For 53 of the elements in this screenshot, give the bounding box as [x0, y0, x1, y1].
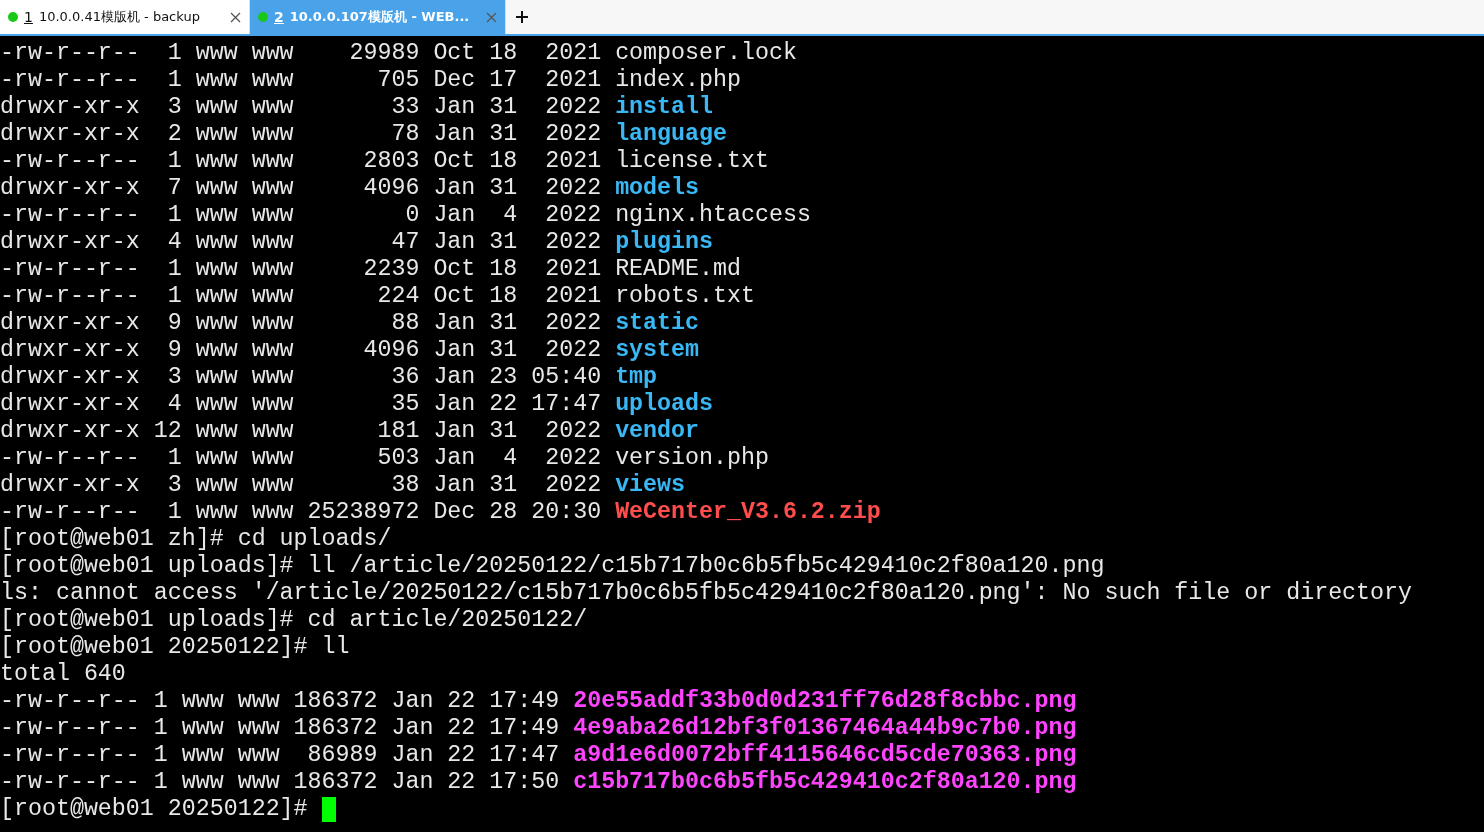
file-name: 4e9aba26d12bf3f01367464a44b9c7b0.png	[573, 715, 1077, 742]
terminal-line: -rw-r--r-- 1 www www 186372 Jan 22 17:49	[0, 688, 561, 715]
terminal-line: drwxr-xr-x 3 www www 38 Jan 31 2022	[0, 472, 603, 499]
file-name: models	[615, 175, 700, 202]
terminal-line: -rw-r--r-- 1 www www 186372 Jan 22 17:49	[0, 715, 561, 742]
file-name: tmp	[615, 364, 658, 391]
terminal-line: -rw-r--r-- 1 www www 705 Dec 17 2021 index.php	[0, 67, 741, 94]
add-tab-icon[interactable]	[516, 11, 528, 23]
terminal-line: [root@web01 20250122]#	[0, 796, 309, 823]
tab-title: 10.0.0.41模版机 - backup	[38, 8, 201, 26]
terminal-line: drwxr-xr-x 3 www www 33 Jan 31 2022	[0, 94, 603, 121]
terminal-line: total 640	[0, 661, 126, 688]
terminal-line: -rw-r--r-- 1 www www 0 Jan 4 2022 nginx.htaccess	[0, 202, 811, 229]
terminal-line: [root@web01 zh]# cd uploads/	[0, 526, 392, 553]
terminal-line: -rw-r--r-- 1 www www 25238972 Dec 28 20:30	[0, 499, 603, 526]
session-tab[interactable]: 1 10.0.0.41模版机 - backup	[0, 0, 250, 34]
file-name: views	[615, 472, 686, 499]
terminal-line: drwxr-xr-x 3 www www 36 Jan 23 05:40	[0, 364, 603, 391]
terminal-line: drwxr-xr-x 12 www www 181 Jan 31 2022	[0, 418, 603, 445]
terminal-line: drwxr-xr-x 7 www www 4096 Jan 31 2022	[0, 175, 603, 202]
terminal-line: -rw-r--r-- 1 www www 2803 Oct 18 2021 license.txt	[0, 148, 769, 175]
file-name: a9d1e6d0072bff4115646cd5cde70363.png	[573, 742, 1077, 769]
tab-number: 2	[274, 9, 284, 25]
file-name: static	[615, 310, 700, 337]
terminal-line: drwxr-xr-x 9 www www 4096 Jan 31 2022	[0, 337, 603, 364]
terminal-line: drwxr-xr-x 2 www www 78 Jan 31 2022	[0, 121, 603, 148]
terminal-line: [root@web01 uploads]# ll /article/20250122/c15b717b0c6b5fb5c429410c2f80a120.png	[0, 553, 1105, 580]
terminal-line: -rw-r--r-- 1 www www 29989 Oct 18 2021 composer.lock	[0, 40, 797, 67]
terminal-line: -rw-r--r-- 1 www www 224 Oct 18 2021 robots.txt	[0, 283, 755, 310]
terminal-line: [root@web01 uploads]# cd article/20250122/	[0, 607, 588, 634]
status-dot-icon	[258, 12, 268, 22]
status-dot-icon	[8, 12, 18, 22]
terminal-line: -rw-r--r-- 1 www www 503 Jan 4 2022 version.php	[0, 445, 769, 472]
file-name: WeCenter_V3.6.2.zip	[615, 499, 881, 526]
file-name: 20e55addf33b0d0d231ff76d28f8cbbc.png	[573, 688, 1077, 715]
terminal-line: [root@web01 20250122]# ll	[0, 634, 350, 661]
tab-number: 1	[24, 9, 33, 25]
terminal-line: ls: cannot access '/article/20250122/c15b717b0c6b5fb5c429410c2f80a120.png': No such file or directory	[0, 580, 1413, 607]
file-name: uploads	[615, 391, 713, 418]
file-name: install	[615, 94, 713, 121]
close-icon[interactable]	[230, 11, 241, 23]
terminal-line: -rw-r--r-- 1 www www 186372 Jan 22 17:50	[0, 769, 561, 796]
file-name: vendor	[615, 418, 700, 445]
terminal-line: -rw-r--r-- 1 www www 2239 Oct 18 2021 README.md	[0, 256, 741, 283]
tab-title: 10.0.0.107模版机 - WEB...	[289, 8, 471, 26]
terminal-line: -rw-r--r-- 1 www www 86989 Jan 22 17:47	[0, 742, 561, 769]
terminal-line: drwxr-xr-x 4 www www 47 Jan 31 2022	[0, 229, 603, 256]
file-name: plugins	[615, 229, 713, 256]
terminal-line: drwxr-xr-x 4 www www 35 Jan 22 17:47	[0, 391, 603, 418]
file-name: c15b717b0c6b5fb5c429410c2f80a120.png	[573, 769, 1077, 796]
file-name: system	[615, 337, 700, 364]
file-name: language	[615, 121, 727, 148]
terminal-line: drwxr-xr-x 9 www www 88 Jan 31 2022	[0, 310, 603, 337]
